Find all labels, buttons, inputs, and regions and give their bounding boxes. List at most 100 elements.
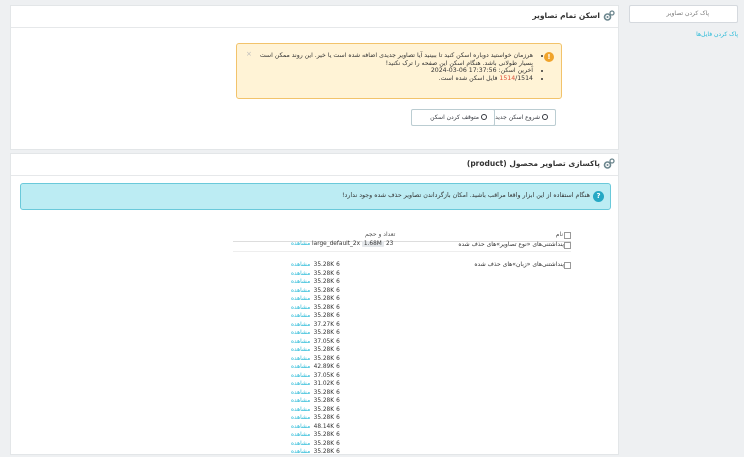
file-size: 37.27K xyxy=(313,321,335,328)
category-row: پنداشتنی‌های «نوع تصاویر»‌های حذف شده 23… xyxy=(233,241,571,252)
file-size: 37.05K xyxy=(313,338,335,345)
category-row: پنداشتنی‌های «زبان»‌های حذف شده xyxy=(233,261,571,271)
view-link[interactable]: مشاهده xyxy=(291,398,310,404)
scan-warning: ! × هرزمان خواستید دوباره اسکن کنید تا ب… xyxy=(236,43,562,99)
file-size: 35.28K xyxy=(313,270,335,277)
view-link[interactable]: مشاهده xyxy=(291,441,310,447)
list-item: 648.14K مشاهده xyxy=(291,423,342,432)
warning-list: هرزمان خواستید دوباره اسکن کنید تا ببینی… xyxy=(248,52,541,82)
list-item: 635.28K مشاهده xyxy=(291,261,342,270)
stop-scan-button[interactable]: متوقف کردن اسکن xyxy=(411,109,495,126)
file-size: 48.14K xyxy=(313,423,335,430)
file-count: 6 xyxy=(336,330,340,336)
list-item: 635.28K مشاهده xyxy=(291,406,342,415)
file-count: 6 xyxy=(336,381,340,387)
gears-icon xyxy=(603,10,615,21)
list-item: 635.28K مشاهده xyxy=(291,389,342,398)
file-count: 6 xyxy=(336,389,340,396)
file-size: 35.28K xyxy=(313,389,335,396)
view-link[interactable]: مشاهده xyxy=(291,241,310,247)
file-count: 6 xyxy=(336,347,340,353)
list-item: 635.28K مشاهده xyxy=(291,448,342,457)
file-count: 6 xyxy=(336,304,340,311)
view-link[interactable]: مشاهده xyxy=(291,390,310,396)
list-item: 635.28K مشاهده xyxy=(291,304,342,313)
file-count: 6 xyxy=(336,321,340,328)
scan-progress: 1514/1514 فایل اسکن شده است. xyxy=(248,75,533,83)
file-count: 23 xyxy=(385,241,394,247)
list-item: 635.28K مشاهده xyxy=(291,312,342,321)
view-link[interactable]: مشاهده xyxy=(291,356,310,362)
file-size: 42.89K xyxy=(313,364,335,370)
category-label: پنداشتنی‌های «زبان»‌های حذف شده xyxy=(474,261,564,268)
view-link[interactable]: مشاهده xyxy=(291,373,310,379)
view-link[interactable]: مشاهده xyxy=(291,424,310,430)
list-item: 635.28K مشاهده xyxy=(291,397,342,406)
select-all-checkbox[interactable] xyxy=(564,232,571,239)
sidebar-active-item[interactable]: پاک کردن تصاویر xyxy=(629,5,738,23)
view-link[interactable]: مشاهده xyxy=(291,279,310,285)
warning-text: هرزمان خواستید دوباره اسکن کنید تا ببینی… xyxy=(248,52,533,67)
total-count: 1514 xyxy=(517,74,533,82)
category-checkbox[interactable] xyxy=(564,242,571,249)
file-count: 6 xyxy=(336,372,340,379)
view-link[interactable]: مشاهده xyxy=(291,415,310,421)
gears-icon xyxy=(603,158,615,169)
file-size: 35.28K xyxy=(313,449,335,455)
file-size: 31.02K xyxy=(313,381,335,387)
warning-icon: ! xyxy=(544,52,554,62)
view-link[interactable]: مشاهده xyxy=(291,381,310,387)
file-count: 6 xyxy=(336,262,340,268)
file-count: 6 xyxy=(336,449,340,455)
file-count: 6 xyxy=(336,338,340,345)
sidebar-item-clean-files[interactable]: پاک کردن فایل‌ها xyxy=(696,31,738,38)
file-count: 6 xyxy=(336,279,340,285)
file-count: 6 xyxy=(336,398,340,404)
list-item: 635.28K مشاهده xyxy=(291,355,342,364)
view-link[interactable]: مشاهده xyxy=(291,330,310,336)
last-scan: آخرین اسکن: 2024-03-06 17:37:56 xyxy=(248,67,533,75)
file-name: large_default_2x xyxy=(312,241,361,247)
category-label: پنداشتنی‌های «نوع تصاویر»‌های حذف شده xyxy=(458,241,564,248)
view-link[interactable]: مشاهده xyxy=(291,364,310,370)
file-size: 35.28K xyxy=(313,406,335,413)
file-size: 35.28K xyxy=(313,287,335,294)
view-link[interactable]: مشاهده xyxy=(291,271,310,277)
view-link[interactable]: مشاهده xyxy=(291,305,310,311)
list-item: 642.89K مشاهده xyxy=(291,363,342,372)
file-count: 6 xyxy=(336,313,340,319)
view-link[interactable]: مشاهده xyxy=(291,296,310,302)
file-count: 6 xyxy=(336,355,340,362)
file-size: 35.28K xyxy=(313,415,335,421)
view-link[interactable]: مشاهده xyxy=(291,322,310,328)
file-size: 35.28K xyxy=(313,440,335,447)
file-count: 6 xyxy=(336,440,340,447)
view-link[interactable]: مشاهده xyxy=(291,407,310,413)
category-checkbox[interactable] xyxy=(564,262,571,269)
file-count: 6 xyxy=(336,296,340,302)
last-scan-date: 2024-03-06 17:37:56 xyxy=(430,67,497,75)
file-count: 6 xyxy=(336,270,340,277)
file-size: 37.05K xyxy=(313,372,335,379)
search-icon xyxy=(481,114,487,120)
view-link[interactable]: مشاهده xyxy=(291,339,310,345)
view-link[interactable]: مشاهده xyxy=(291,347,310,353)
view-link[interactable]: مشاهده xyxy=(291,288,310,294)
file-count: 6 xyxy=(336,415,340,421)
column-name: نام xyxy=(555,231,563,238)
scan-panel-title: اسکن تمام تصاویر xyxy=(532,11,600,20)
file-size: 35.28K xyxy=(313,304,335,311)
file-size: 35.28K xyxy=(313,398,335,404)
sidebar: پاک کردن تصاویر پاک کردن فایل‌ها xyxy=(623,0,744,450)
view-link[interactable]: مشاهده xyxy=(291,262,310,268)
list-item: 637.05K مشاهده xyxy=(291,372,342,381)
cleanup-info-alert: ? هنگام استفاده از این ابزار واقعا مراقب… xyxy=(20,183,611,210)
scanned-count: 1514 xyxy=(499,74,516,82)
file-size: 1.68M xyxy=(361,241,384,247)
list-item: 635.28K مشاهده xyxy=(291,440,342,449)
view-link[interactable]: مشاهده xyxy=(291,432,310,438)
list-item: 635.28K مشاهده xyxy=(291,287,342,296)
view-link[interactable]: مشاهده xyxy=(291,313,310,319)
file-size: 35.28K xyxy=(313,330,335,336)
list-item: 635.28K مشاهده xyxy=(291,346,342,355)
